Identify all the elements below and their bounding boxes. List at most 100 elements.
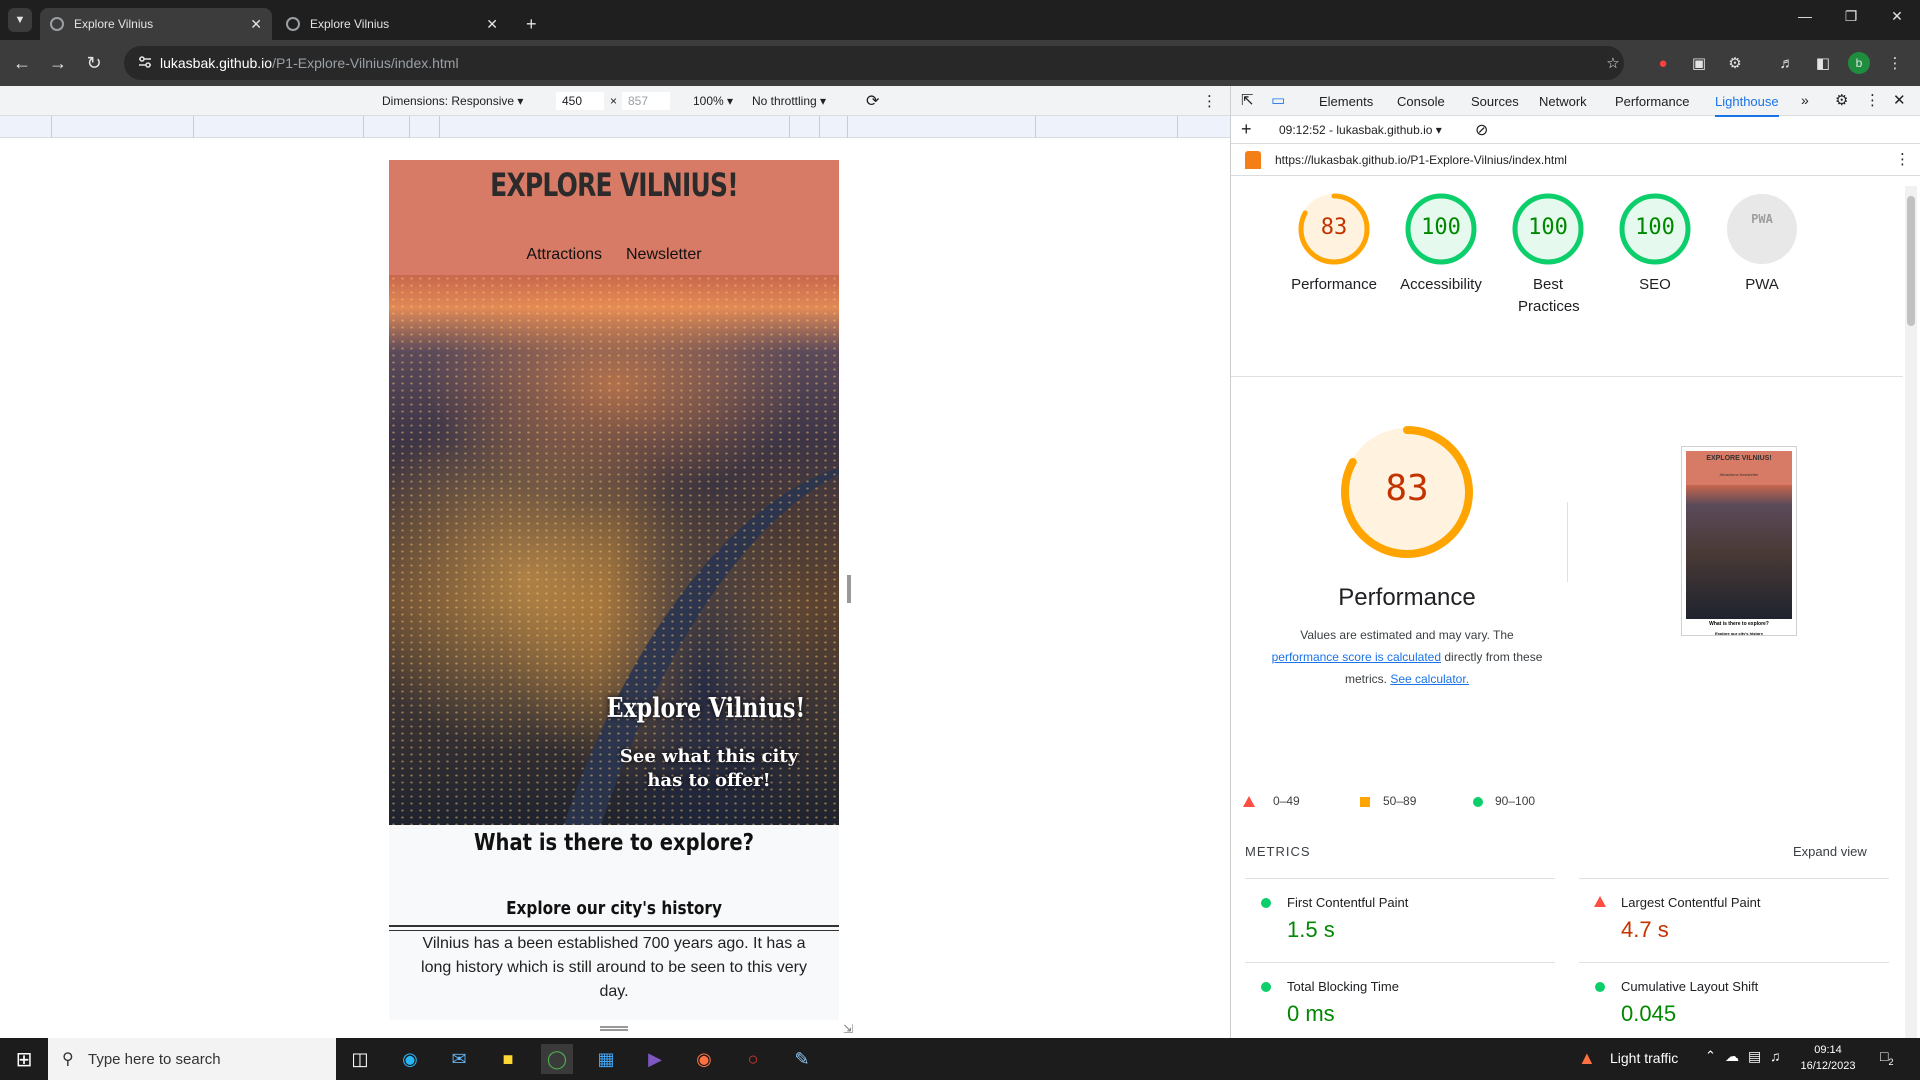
clock[interactable]: 09:14 16/12/2023 — [1792, 1042, 1864, 1074]
report-menu-icon[interactable]: ⋮ — [1895, 150, 1910, 168]
bookmark-star-icon[interactable]: ☆ — [1602, 52, 1624, 74]
windows-start-icon[interactable]: ⊞ — [8, 1044, 40, 1074]
forward-arrow-icon[interactable]: → — [45, 50, 71, 76]
edge-icon[interactable]: ◉ — [394, 1044, 426, 1074]
store-icon[interactable]: ▦ — [590, 1044, 622, 1074]
nav-link-attractions[interactable]: Attractions — [526, 246, 602, 264]
taskbar-search-box[interactable]: ⚲ Type here to search — [48, 1038, 336, 1080]
media-player-icon[interactable]: ▶ — [639, 1044, 671, 1074]
media-controls-icon[interactable]: ♬ — [1776, 52, 1798, 74]
hero-image: Explore Vilnius! See what this city has … — [389, 275, 839, 825]
gauge-ring — [1727, 194, 1797, 264]
paint-icon[interactable]: ✎ — [786, 1044, 818, 1074]
url-path: /P1-Explore-Vilnius/index.html — [272, 55, 459, 71]
metric-first-contentful-paint: First Contentful Paint 1.5 s — [1245, 878, 1555, 962]
see-calculator-link[interactable]: See calculator. — [1390, 672, 1469, 686]
dimensions-dropdown[interactable]: Dimensions: Responsive ▾ — [382, 94, 523, 108]
globe-icon — [286, 17, 300, 31]
extension-icon[interactable]: ▣ — [1688, 52, 1710, 74]
resize-handle-right[interactable] — [847, 575, 851, 603]
more-tabs-icon[interactable]: » — [1801, 92, 1809, 108]
new-report-plus-icon[interactable]: + — [1241, 119, 1252, 140]
history-heading: Explore our city's history — [506, 898, 722, 919]
windows-taskbar: ⊞ ⚲ Type here to search ◫ ◉ ✉ ■ ◯ ▦ ▶ ◉ … — [0, 1038, 1920, 1080]
legend-range-pass: 90–100 — [1495, 794, 1536, 808]
hero-subtitle: See what this city has to offer! — [619, 746, 799, 791]
media-query-ruler[interactable] — [0, 116, 1230, 138]
mail-icon[interactable]: ✉ — [443, 1044, 475, 1074]
tray-chevron-icon[interactable]: ⌃ — [1705, 1048, 1716, 1064]
pass-circle-icon — [1595, 982, 1605, 992]
score-calculated-link[interactable]: performance score is calculated — [1272, 650, 1441, 664]
settings-gear-icon[interactable]: ⚙ — [1835, 91, 1848, 109]
task-view-icon[interactable]: ◫ — [344, 1044, 376, 1074]
customize-menu-icon[interactable]: ⋮ — [1865, 91, 1880, 109]
reload-icon[interactable]: ↻ — [81, 50, 107, 76]
width-input[interactable]: 450 — [556, 92, 604, 110]
tab-console[interactable]: Console — [1397, 94, 1445, 109]
rotate-icon[interactable]: ⟳ — [866, 91, 879, 111]
scroll-thumb[interactable] — [1907, 196, 1915, 326]
score-gauge-pwa[interactable]: PWA PWA — [1697, 192, 1827, 296]
zoom-dropdown[interactable]: 100% ▾ — [693, 94, 733, 108]
resize-handle-bottom[interactable] — [600, 1026, 628, 1031]
minimize-icon[interactable]: — — [1782, 8, 1828, 24]
onedrive-icon[interactable]: ☁ — [1725, 1048, 1739, 1065]
address-bar[interactable]: lukasbak.github.io/P1-Explore-Vilnius/in… — [124, 46, 1624, 80]
site-nav: Attractions Newsletter — [389, 246, 839, 264]
chrome-menu-icon[interactable]: ⋮ — [1884, 52, 1906, 74]
gauge-separator — [1567, 502, 1568, 582]
throttling-dropdown[interactable]: No throttling ▾ — [752, 94, 826, 108]
tab-performance[interactable]: Performance — [1615, 94, 1689, 109]
weather-text[interactable]: Light traffic — [1610, 1050, 1678, 1066]
restore-icon[interactable]: ❐ — [1828, 8, 1874, 25]
firefox-icon[interactable]: ◉ — [688, 1044, 720, 1074]
report-selector[interactable]: 09:12:52 - lukasbak.github.io ▾ — [1279, 123, 1442, 137]
volume-icon[interactable]: ♫ — [1770, 1048, 1781, 1064]
metric-name: First Contentful Paint — [1287, 895, 1409, 910]
opera-icon[interactable]: ○ — [737, 1044, 769, 1074]
network-icon[interactable]: ▤ — [1748, 1048, 1761, 1065]
device-toggle-icon[interactable]: ▭ — [1271, 91, 1285, 109]
device-frame: EXPLORE VILNIUS! Attractions Newsletter … — [389, 160, 839, 1020]
dimension-separator: × — [610, 94, 618, 108]
close-tab-icon[interactable]: ✕ — [486, 16, 498, 33]
puzzle-extensions-icon[interactable]: ⚙ — [1724, 52, 1746, 74]
height-input[interactable]: 857 — [622, 92, 670, 110]
page-screenshot-thumbnail[interactable]: EXPLORE VILNIUS! Attractions Newsletter … — [1681, 446, 1797, 636]
more-options-icon[interactable]: ⋮ — [1202, 92, 1217, 110]
metric-cumulative-layout-shift: Cumulative Layout Shift 0.045 — [1579, 962, 1889, 1038]
devtools-scrollbar[interactable] — [1905, 186, 1917, 1038]
chrome-icon[interactable]: ◯ — [541, 1044, 573, 1074]
profile-avatar[interactable]: b — [1848, 52, 1870, 74]
search-icon: ⚲ — [62, 1051, 74, 1068]
inspect-element-icon[interactable]: ⇱ — [1241, 91, 1254, 109]
close-tab-icon[interactable]: ✕ — [250, 16, 262, 33]
nav-link-newsletter[interactable]: Newsletter — [626, 246, 702, 264]
metric-value: 1.5 s — [1287, 917, 1335, 942]
clock-time: 09:14 — [1814, 1044, 1842, 1056]
close-devtools-icon[interactable]: ✕ — [1893, 91, 1906, 109]
new-tab-button[interactable]: + — [516, 8, 546, 40]
clear-reports-icon[interactable]: ⊘ — [1475, 120, 1488, 140]
tab-explore-vilnius[interactable]: Explore Vilnius ✕ — [276, 8, 508, 40]
tab-network[interactable]: Network — [1539, 94, 1587, 109]
extension-adblock-icon[interactable]: ● — [1652, 52, 1674, 74]
hero-city-lights — [389, 275, 839, 825]
tab-lighthouse[interactable]: Lighthouse — [1715, 94, 1779, 117]
back-arrow-icon[interactable]: ← — [9, 50, 35, 76]
expand-view-button[interactable]: Expand view — [1793, 844, 1867, 859]
resize-corner-icon[interactable]: ⇲ — [843, 1022, 853, 1036]
tab-search-button[interactable]: ▼ — [8, 8, 32, 32]
tab-elements[interactable]: Elements — [1319, 94, 1373, 109]
site-settings-icon[interactable] — [138, 55, 152, 69]
close-window-icon[interactable]: ✕ — [1874, 8, 1920, 25]
metric-name: Total Blocking Time — [1287, 979, 1399, 994]
notifications-icon[interactable]: □2 — [1880, 1048, 1893, 1067]
thumb-hero: Explore Vilnius! — [1686, 485, 1792, 632]
gauge-label: PWA — [1745, 276, 1779, 293]
tab-explore-vilnius-active[interactable]: Explore Vilnius ✕ — [40, 8, 272, 40]
side-panel-icon[interactable]: ◧ — [1812, 52, 1834, 74]
file-explorer-icon[interactable]: ■ — [492, 1044, 524, 1074]
tab-sources[interactable]: Sources — [1471, 94, 1519, 109]
